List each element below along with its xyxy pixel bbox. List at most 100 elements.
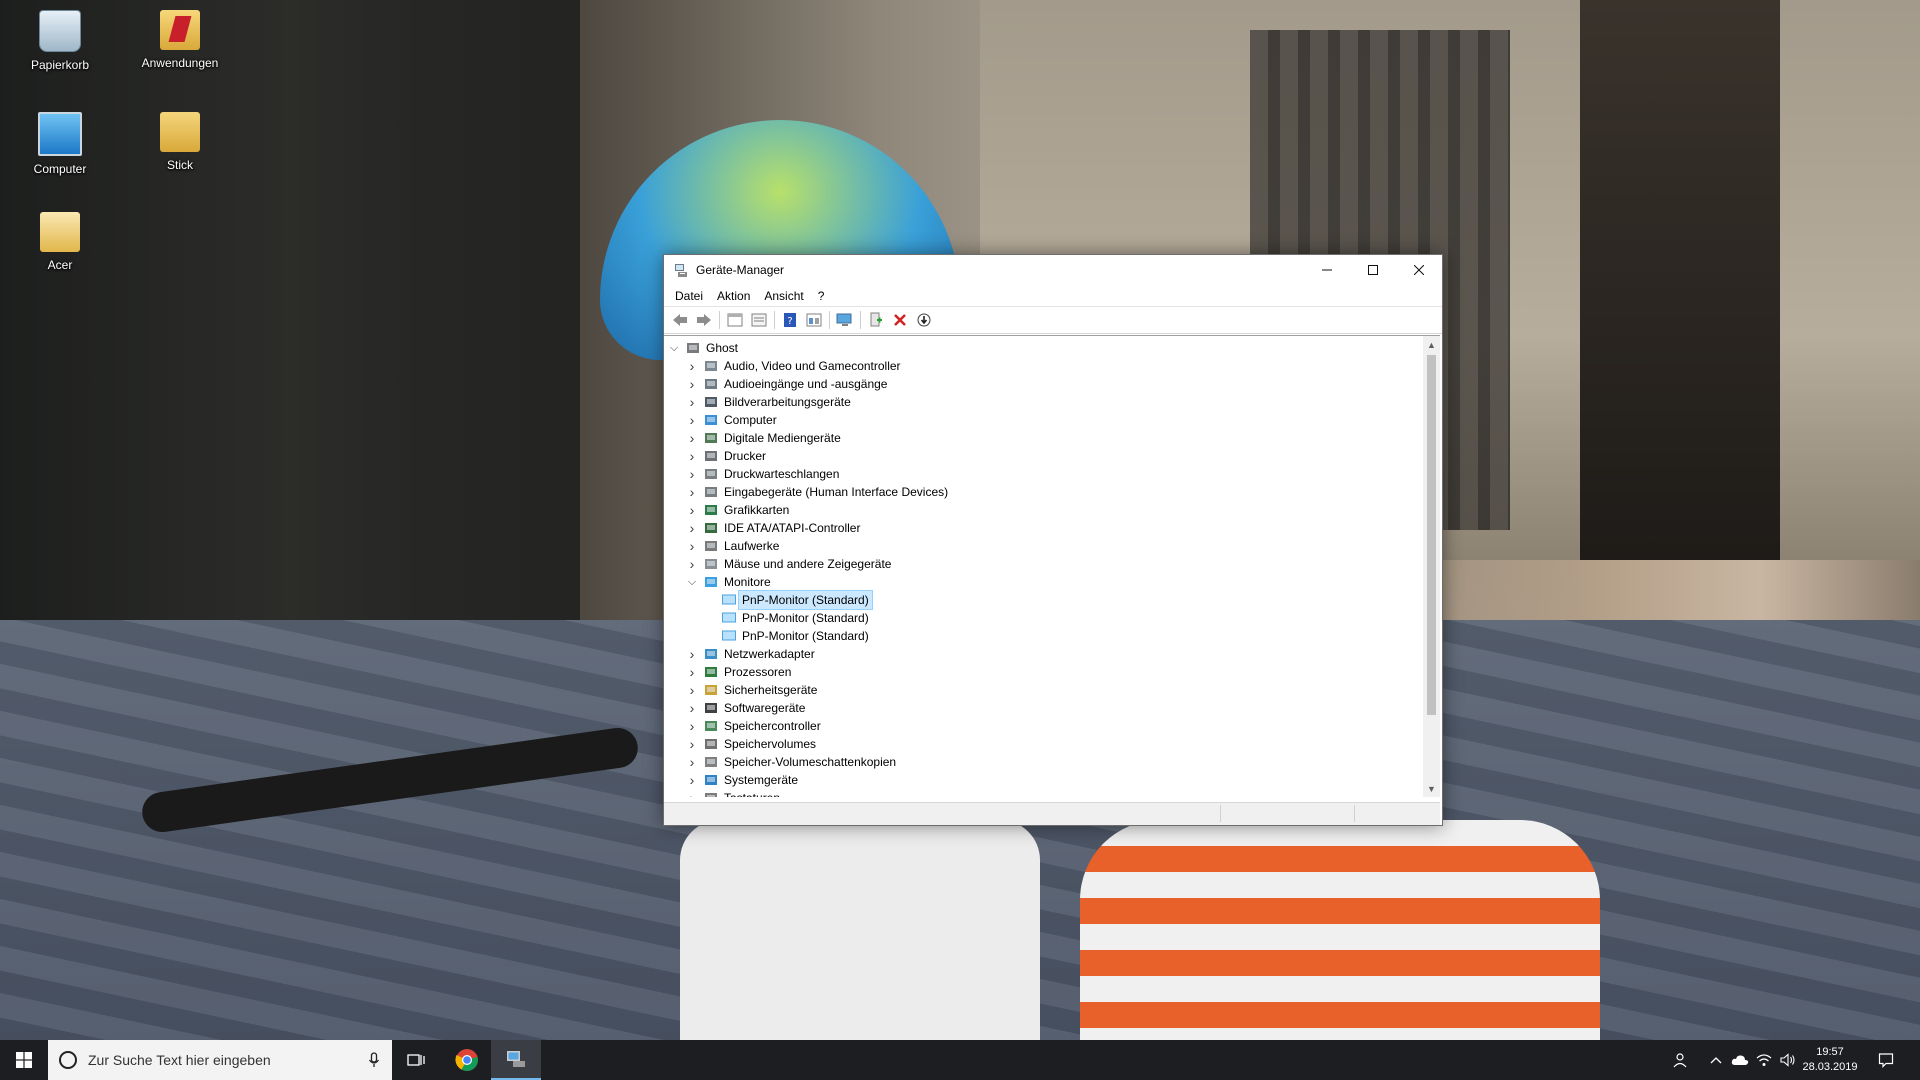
tree-item-label: Eingabegeräte (Human Interface Devices) <box>724 485 949 499</box>
tree-category[interactable]: › Laufwerke <box>664 537 1404 555</box>
tree-category[interactable]: › Audio, Video und Gamecontroller <box>664 357 1404 375</box>
shadow-copy-icon <box>704 755 718 769</box>
uninstall-button[interactable] <box>890 310 910 330</box>
tree-category[interactable]: ⌵ Monitore <box>664 573 1404 591</box>
chevron-right-icon[interactable]: › <box>686 753 698 771</box>
chevron-right-icon[interactable]: › <box>686 555 698 573</box>
start-button[interactable] <box>0 1040 48 1080</box>
scrollbar-thumb[interactable] <box>1427 355 1436 715</box>
chevron-right-icon[interactable]: › <box>686 735 698 753</box>
tree-device-pnp-monitor[interactable]: PnP-Monitor (Standard) <box>664 627 1404 645</box>
desktop-icon-computer[interactable]: Computer <box>10 112 110 176</box>
tree-category[interactable]: › Sicherheitsgeräte <box>664 681 1404 699</box>
taskbar-search-box[interactable]: Zur Suche Text hier eingeben <box>48 1040 392 1080</box>
tree-category[interactable]: › Softwaregeräte <box>664 699 1404 717</box>
tree-category[interactable]: › Speichervolumes <box>664 735 1404 753</box>
task-view-button[interactable] <box>392 1040 440 1080</box>
chevron-right-icon[interactable]: › <box>686 429 698 447</box>
desktop-icon-stick[interactable]: Stick <box>130 112 230 172</box>
chevron-right-icon[interactable]: › <box>686 393 698 411</box>
tree-category[interactable]: › Systemgeräte <box>664 771 1404 789</box>
vertical-scrollbar[interactable]: ▲ ▼ <box>1423 336 1440 797</box>
taskbar-chrome[interactable] <box>443 1040 491 1080</box>
scroll-up-button[interactable]: ▲ <box>1423 336 1440 353</box>
tree-category[interactable]: › Speicher-Volumeschattenkopien <box>664 753 1404 771</box>
tree-category[interactable]: › Tastaturen <box>664 789 1404 797</box>
chevron-down-icon[interactable]: ⌵ <box>668 339 680 357</box>
chevron-up-icon <box>1710 1057 1722 1064</box>
network-button[interactable] <box>1752 1040 1776 1080</box>
title-bar[interactable]: Geräte-Manager <box>664 255 1442 285</box>
microphone-icon[interactable] <box>368 1052 380 1068</box>
chevron-right-icon[interactable]: › <box>686 681 698 699</box>
tree-category[interactable]: › Mäuse und andere Zeigegeräte <box>664 555 1404 573</box>
tree-category[interactable]: › Eingabegeräte (Human Interface Devices) <box>664 483 1404 501</box>
tree-category[interactable]: › Digitale Mediengeräte <box>664 429 1404 447</box>
tree-device-pnp-monitor[interactable]: PnP-Monitor (Standard) <box>664 590 1404 610</box>
chevron-up-icon: ▲ <box>1427 339 1436 350</box>
chevron-right-icon[interactable]: › <box>686 771 698 789</box>
back-button[interactable] <box>670 310 690 330</box>
update-driver-icon <box>806 313 822 327</box>
volume-button[interactable] <box>1776 1040 1800 1080</box>
chevron-down-icon[interactable]: ⌵ <box>686 573 698 591</box>
forward-button[interactable] <box>694 310 714 330</box>
properties-button[interactable] <box>725 310 745 330</box>
chevron-right-icon[interactable]: › <box>686 699 698 717</box>
uninstall-icon <box>894 314 906 326</box>
scan-hardware-button[interactable] <box>835 310 855 330</box>
chevron-right-icon[interactable]: › <box>686 519 698 537</box>
tree-category[interactable]: › Druckwarteschlangen <box>664 465 1404 483</box>
help-button[interactable]: ? <box>780 310 800 330</box>
desktop-icon-recycle-bin[interactable]: Papierkorb <box>10 10 110 72</box>
chevron-right-icon[interactable]: › <box>686 375 698 393</box>
add-driver-button[interactable] <box>866 310 886 330</box>
device-tree[interactable]: ⌵ Ghost › Audio, Video und Gamecontroller › A… <box>664 336 1422 797</box>
people-button[interactable] <box>1668 1040 1694 1080</box>
update-driver-button[interactable] <box>804 310 824 330</box>
menu-datei[interactable]: Datei <box>668 287 710 305</box>
cloud-icon <box>1731 1055 1749 1065</box>
tree-category[interactable]: › Computer <box>664 411 1404 429</box>
tree-category[interactable]: › Bildverarbeitungsgeräte <box>664 393 1404 411</box>
tree-category[interactable]: › Netzwerkadapter <box>664 645 1404 663</box>
chevron-right-icon[interactable]: › <box>686 501 698 519</box>
svg-text:?: ? <box>787 316 792 327</box>
chevron-right-icon[interactable]: › <box>686 537 698 555</box>
minimize-button[interactable] <box>1304 255 1350 285</box>
chevron-right-icon[interactable]: › <box>686 717 698 735</box>
chevron-right-icon[interactable]: › <box>686 483 698 501</box>
mouse-icon <box>704 557 718 571</box>
menu-aktion[interactable]: Aktion <box>710 287 757 305</box>
show-hidden-icons-button[interactable] <box>1704 1040 1728 1080</box>
chevron-right-icon[interactable]: › <box>686 663 698 681</box>
tree-item-label: Monitore <box>724 575 771 589</box>
menu-help[interactable]: ? <box>811 287 832 305</box>
scroll-down-button[interactable]: ▼ <box>1423 780 1440 797</box>
chevron-right-icon[interactable]: › <box>686 411 698 429</box>
desktop-icon-acer[interactable]: Acer <box>10 212 110 272</box>
view-button[interactable] <box>749 310 769 330</box>
chevron-right-icon[interactable]: › <box>686 789 698 797</box>
desktop-icon-anwendungen[interactable]: Anwendungen <box>130 10 230 70</box>
download-button[interactable] <box>914 310 934 330</box>
maximize-button[interactable] <box>1350 255 1396 285</box>
action-center-button[interactable] <box>1866 1040 1906 1080</box>
chevron-right-icon[interactable]: › <box>686 645 698 663</box>
tree-root-ghost[interactable]: ⌵ Ghost <box>664 339 1404 357</box>
chevron-right-icon[interactable]: › <box>686 465 698 483</box>
tree-category[interactable]: › Grafikkarten <box>664 501 1404 519</box>
onedrive-button[interactable] <box>1728 1040 1752 1080</box>
taskbar-clock[interactable]: 19:57 28.03.2019 <box>1798 1045 1862 1075</box>
menu-ansicht[interactable]: Ansicht <box>757 287 810 305</box>
chevron-right-icon[interactable]: › <box>686 357 698 375</box>
tree-category[interactable]: › Speichercontroller <box>664 717 1404 735</box>
chevron-right-icon[interactable]: › <box>686 447 698 465</box>
tree-category[interactable]: › Drucker <box>664 447 1404 465</box>
tree-category[interactable]: › IDE ATA/ATAPI-Controller <box>664 519 1404 537</box>
tree-category[interactable]: › Audioeingänge und -ausgänge <box>664 375 1404 393</box>
close-button[interactable] <box>1396 255 1442 285</box>
taskbar-device-manager[interactable] <box>491 1040 541 1080</box>
tree-device-pnp-monitor[interactable]: PnP-Monitor (Standard) <box>664 609 1404 627</box>
tree-category[interactable]: › Prozessoren <box>664 663 1404 681</box>
